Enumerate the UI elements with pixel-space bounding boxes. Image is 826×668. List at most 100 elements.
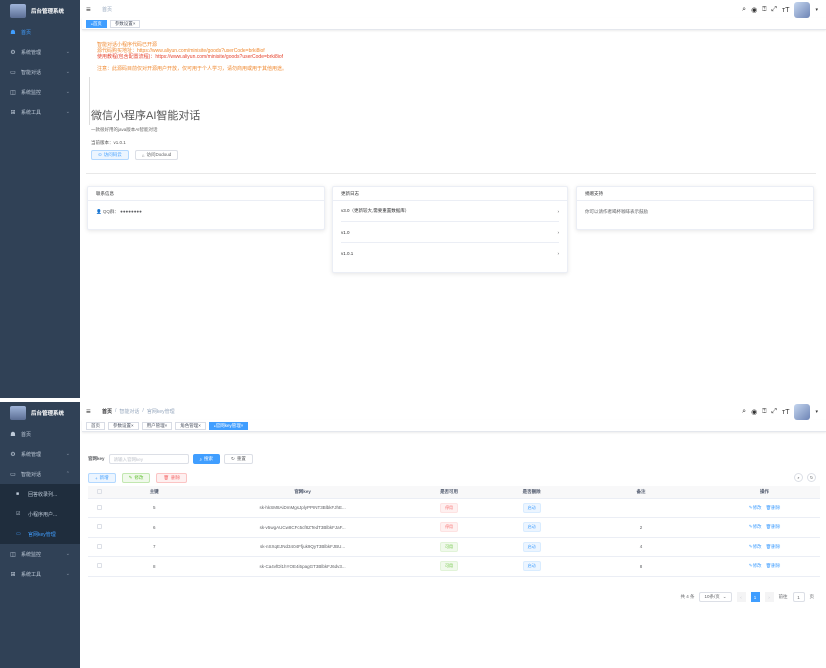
tag-item[interactable]: ● 官网key管理 ×: [208, 421, 249, 430]
deleted-badge: 启动: [522, 522, 541, 533]
logo[interactable]: 后台管理系统: [0, 0, 80, 22]
sidebar-item[interactable]: ◫ 系统监控 ⌄: [0, 544, 80, 564]
github-icon[interactable]: ◉: [751, 408, 757, 416]
changelog-item[interactable]: v1.0 ›: [341, 222, 559, 243]
changelog-item[interactable]: v3.0（更新较大,需要重置数据库） ›: [341, 201, 559, 222]
changelog-item[interactable]: v1.0.1 ›: [341, 243, 559, 264]
breadcrumb-item: 官网key管理: [146, 408, 175, 415]
row-edit-link[interactable]: ✎修改: [749, 563, 762, 568]
reset-button[interactable]: ↻ 重置: [224, 454, 253, 464]
table-row[interactable]: 7 sk-nSXqEJNd3404Ffjuk9QyT3BlbkFJBU... 可用 启…: [88, 537, 820, 557]
close-icon[interactable]: ×: [198, 423, 201, 428]
key-search-input[interactable]: [108, 454, 189, 464]
sidebar-item[interactable]: ☗ 首页: [0, 22, 80, 42]
row-checkbox-cell[interactable]: [88, 498, 111, 518]
row-checkbox[interactable]: [97, 563, 102, 569]
sidebar-item[interactable]: ⚙ 系统管理 ⌄: [0, 444, 80, 464]
tag-item[interactable]: 用户管理 ×: [141, 421, 173, 430]
tag-label: 用户管理: [146, 422, 165, 428]
font-size-icon[interactable]: ᴛT: [782, 7, 789, 14]
tags-view: 首页 参数设置 × 用户管理 × 角色管理 × ● 官网key管理 ×: [82, 420, 826, 432]
sidebar-subitem-label: 小程序用户...: [28, 511, 58, 518]
close-icon[interactable]: ×: [133, 21, 136, 26]
sidebar-item[interactable]: ☗ 首页: [0, 424, 80, 444]
breadcrumb: 首页 / 智能对话 / 官网key管理: [102, 408, 175, 415]
avatar[interactable]: [794, 404, 811, 420]
tools-icon: ⊞: [10, 109, 16, 116]
visit-gitee-button[interactable]: ⊙ 访问码云: [91, 150, 129, 160]
edit-button[interactable]: ✎ 修改: [121, 473, 151, 483]
row-checkbox[interactable]: [97, 543, 102, 549]
select-all-checkbox[interactable]: [97, 488, 102, 494]
row-checkbox[interactable]: [97, 504, 102, 510]
breadcrumb-item[interactable]: 首页: [102, 6, 112, 13]
delete-button[interactable]: 🗑 删除: [156, 473, 188, 483]
sidebar-subitem[interactable]: ▭ 官网key管理: [0, 524, 80, 544]
refresh-icon[interactable]: ↻: [807, 473, 816, 482]
row-delete-link[interactable]: 🗑删除: [766, 563, 781, 568]
logo-image: [10, 406, 26, 420]
caret-down-icon[interactable]: ▾: [815, 7, 818, 13]
row-checkbox[interactable]: [97, 524, 102, 530]
navbar-tools: ⌕ ◉ ⍰ ⤢ ᴛT ▾: [742, 2, 818, 18]
caret-down-icon[interactable]: ▾: [815, 409, 818, 415]
notice-warning: 注意：此源码目前仅对开源用户开放，仅可用于个人学习，请勿商用或用于其他用途。: [97, 66, 288, 72]
row-delete-link[interactable]: 🗑删除: [766, 544, 781, 549]
github-icon[interactable]: ◉: [751, 6, 757, 14]
row-checkbox-cell[interactable]: [88, 556, 111, 577]
row-edit-link[interactable]: ✎修改: [749, 544, 762, 549]
sidebar-subitem[interactable]: ☑ 小程序用户...: [0, 504, 80, 524]
toggle-search-icon[interactable]: ⌕: [794, 473, 803, 482]
tag-item[interactable]: ● 首页: [86, 19, 107, 28]
sidebar-item[interactable]: ▭ 智能对话 ⌄: [0, 62, 80, 82]
search-icon[interactable]: ⌕: [742, 6, 746, 14]
tag-item[interactable]: 参数设置 ×: [108, 421, 139, 430]
search-button[interactable]: ⌕ 搜索: [192, 454, 221, 464]
tag-label: 官网key管理: [215, 422, 241, 428]
sidebar-item[interactable]: ◫ 系统监控 ⌄: [0, 82, 80, 102]
logo[interactable]: 后台管理系统: [0, 402, 80, 424]
hamburger-icon[interactable]: ≡: [86, 5, 96, 14]
row-checkbox-cell[interactable]: [88, 537, 111, 557]
row-checkbox-cell[interactable]: [88, 517, 111, 538]
next-page-button[interactable]: ›: [764, 592, 774, 602]
row-edit-link[interactable]: ✎修改: [749, 505, 762, 510]
close-icon[interactable]: ×: [165, 423, 168, 428]
search-icon[interactable]: ⌕: [742, 408, 746, 416]
help-icon[interactable]: ⍰: [762, 6, 766, 14]
table-row[interactable]: 8 sk-Ca4vfDl1hYOE4i5pagGT3BlbkFJ6dv3... 可用…: [88, 556, 820, 577]
font-size-icon[interactable]: ᴛT: [782, 409, 789, 416]
tag-item[interactable]: 角色管理 ×: [175, 421, 206, 430]
sidebar-item[interactable]: ⚙ 系统管理 ⌄: [0, 42, 80, 62]
column-header: 是否可用: [407, 486, 491, 499]
avatar[interactable]: [794, 2, 811, 18]
sidebar-item[interactable]: ▭ 智能对话 ⌃: [0, 464, 80, 484]
sidebar-item[interactable]: ⊞ 系统工具 ⌄: [0, 564, 80, 584]
add-button[interactable]: + 新增: [88, 473, 116, 483]
close-icon[interactable]: ×: [131, 423, 134, 428]
usable-badge: 可用: [440, 561, 459, 572]
prev-page-button[interactable]: ‹: [736, 592, 746, 602]
row-edit-link[interactable]: ✎修改: [749, 524, 762, 529]
visit-dodoud-button[interactable]: ⌂ 访问Dodoud: [134, 150, 179, 160]
column-header[interactable]: [88, 486, 111, 499]
row-delete-link[interactable]: 🗑删除: [766, 505, 781, 510]
tag-item[interactable]: 首页: [86, 421, 105, 430]
hamburger-icon[interactable]: ≡: [86, 407, 96, 416]
table-row[interactable]: 6 sk-v5wgAUCw8CFc5cf8ZTedT3BlbkFJaF... 停用 启…: [88, 517, 820, 538]
tag-item[interactable]: 参数设置 ×: [109, 19, 141, 28]
help-icon[interactable]: ⍰: [762, 408, 766, 416]
table-row[interactable]: 5 sk-hkSM8AiDmMgsJplyPPINT3BlbkFJhE... 停用 启…: [88, 498, 820, 518]
chevron-down-icon: ⌄: [65, 49, 70, 55]
fullscreen-icon[interactable]: ⤢: [771, 408, 777, 416]
fullscreen-icon[interactable]: ⤢: [771, 6, 777, 14]
breadcrumb-item[interactable]: 首页: [102, 408, 112, 415]
row-delete-link[interactable]: 🗑删除: [766, 524, 781, 529]
close-icon[interactable]: ×: [241, 423, 244, 428]
sidebar-item[interactable]: ⊞ 系统工具 ⌄: [0, 102, 80, 122]
sidebar-subitem[interactable]: ■ 回答收录列...: [0, 484, 80, 504]
goto-page-input[interactable]: 1: [792, 592, 805, 602]
page-size-select[interactable]: 10条/页 ⌄: [699, 592, 732, 602]
notice-link[interactable]: 使用教程(包含配置流程)：https://www.aliyun.com/mini…: [97, 54, 437, 60]
page-number[interactable]: 1: [750, 592, 760, 602]
